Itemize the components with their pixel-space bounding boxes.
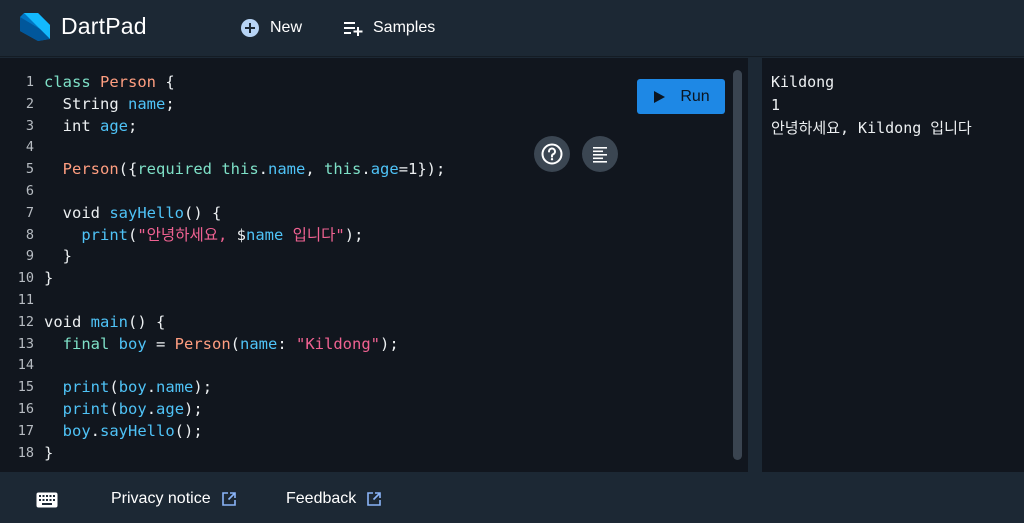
line-number: 5 bbox=[25, 161, 34, 178]
line-number: 9 bbox=[25, 248, 34, 265]
console-line: 안녕하세요, Kildong 입니다 bbox=[771, 119, 972, 137]
code-line[interactable] bbox=[44, 181, 445, 203]
samples-button[interactable]: Samples bbox=[343, 16, 435, 40]
new-button[interactable]: New bbox=[240, 16, 302, 40]
console-line: Kildong bbox=[771, 73, 835, 91]
line-number: 16 bbox=[17, 400, 34, 417]
line-number: 14 bbox=[17, 357, 34, 374]
dart-logo-icon bbox=[20, 13, 50, 41]
line-number-gutter: 1 2 3 4 5 6 7 8 9 10 11 12 13 14 15 16 1… bbox=[0, 72, 36, 464]
code-line[interactable]: void sayHello() { bbox=[44, 203, 445, 225]
app-footer: Privacy notice Feedback bbox=[0, 476, 1024, 523]
open-in-new-icon bbox=[221, 492, 236, 506]
run-label: Run bbox=[680, 87, 710, 105]
line-number: 12 bbox=[17, 313, 34, 330]
console-line: 1 bbox=[771, 96, 781, 114]
output-console: Kildong 1 안녕하세요, Kildong 입니다 bbox=[762, 58, 1024, 472]
code-line[interactable]: int age; bbox=[44, 116, 445, 138]
new-label: New bbox=[270, 19, 303, 36]
feedback-label: Feedback bbox=[286, 490, 357, 507]
help-button[interactable] bbox=[534, 136, 570, 172]
keyboard-icon[interactable] bbox=[36, 492, 58, 508]
line-number: 15 bbox=[17, 379, 34, 396]
code-line[interactable] bbox=[44, 137, 445, 159]
line-number: 2 bbox=[25, 95, 34, 112]
app-header: DartPad New Samples bbox=[0, 0, 1024, 57]
code-line[interactable]: } bbox=[44, 246, 445, 268]
line-number: 13 bbox=[17, 335, 34, 352]
line-number: 6 bbox=[25, 182, 34, 199]
code-line[interactable]: print(boy.name); bbox=[44, 377, 445, 399]
privacy-label: Privacy notice bbox=[111, 490, 211, 507]
code-line[interactable]: boy.sayHello(); bbox=[44, 421, 445, 443]
line-number: 17 bbox=[17, 422, 34, 439]
code-line[interactable]: String name; bbox=[44, 94, 445, 116]
playlist-add-icon bbox=[344, 22, 363, 36]
privacy-notice-link[interactable]: Privacy notice bbox=[111, 490, 237, 508]
line-number: 7 bbox=[25, 204, 34, 221]
open-in-new-icon bbox=[367, 492, 382, 506]
code-line[interactable]: print("안녕하세요, $name 입니다"); bbox=[44, 225, 445, 247]
code-line[interactable] bbox=[44, 290, 445, 312]
line-number: 8 bbox=[25, 226, 34, 243]
play-icon bbox=[654, 90, 666, 103]
code-line[interactable]: void main() { bbox=[44, 312, 445, 334]
line-number: 3 bbox=[25, 117, 34, 134]
app-title: DartPad bbox=[61, 13, 147, 39]
editor-scrollbar[interactable] bbox=[733, 70, 742, 460]
add-circle-icon bbox=[241, 19, 259, 37]
line-number: 4 bbox=[25, 139, 34, 156]
help-icon bbox=[541, 143, 563, 165]
code-text[interactable]: class Person { String name; int age; Per… bbox=[44, 72, 445, 464]
code-line[interactable]: } bbox=[44, 443, 445, 465]
code-line[interactable]: class Person { bbox=[44, 72, 445, 94]
line-number: 18 bbox=[17, 444, 34, 461]
code-line[interactable]: print(boy.age); bbox=[44, 399, 445, 421]
line-number: 11 bbox=[17, 291, 34, 308]
run-button[interactable]: Run bbox=[637, 79, 725, 114]
code-line[interactable] bbox=[44, 355, 445, 377]
code-line[interactable]: final boy = Person(name: "Kildong"); bbox=[44, 334, 445, 356]
line-number: 1 bbox=[25, 74, 34, 90]
code-line[interactable]: } bbox=[44, 268, 445, 290]
format-button[interactable] bbox=[582, 136, 618, 172]
code-line[interactable]: Person({required this.name, this.age=1})… bbox=[44, 159, 446, 181]
code-editor[interactable]: 1 2 3 4 5 6 7 8 9 10 11 12 13 14 15 16 1… bbox=[0, 58, 748, 472]
feedback-link[interactable]: Feedback bbox=[286, 490, 382, 508]
format-align-icon bbox=[593, 147, 607, 163]
samples-label: Samples bbox=[373, 19, 436, 36]
line-number: 10 bbox=[17, 270, 34, 287]
